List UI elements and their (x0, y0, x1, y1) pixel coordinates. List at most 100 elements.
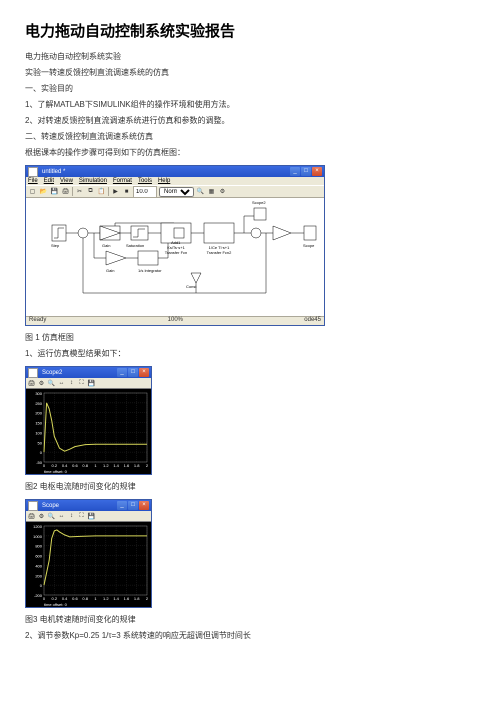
minimize-button[interactable]: _ (117, 501, 127, 510)
section-title: 二、转速反馈控制直流调速系统仿真 (25, 131, 479, 143)
stop-icon[interactable]: ■ (122, 187, 131, 196)
close-button[interactable]: × (139, 368, 149, 377)
close-button[interactable]: × (139, 501, 149, 510)
svg-text:600: 600 (35, 554, 42, 559)
block-label: Scope2 (252, 200, 266, 205)
svg-text:time offset: 0: time offset: 0 (44, 602, 68, 607)
simulink-canvas[interactable]: Step Gain Saturation Ks/Ts·s+1 Transfer … (26, 198, 324, 316)
copy-icon[interactable]: ⧉ (86, 187, 95, 196)
svg-text:150: 150 (35, 421, 42, 426)
autoscale-icon[interactable]: ⛶ (77, 512, 86, 521)
lib-icon[interactable]: ▦ (207, 187, 216, 196)
svg-text:1.8: 1.8 (134, 463, 140, 468)
params-icon[interactable]: ⚙ (37, 512, 46, 521)
app-icon (28, 167, 38, 177)
svg-text:0: 0 (40, 583, 43, 588)
app-icon (28, 501, 38, 511)
menu-format[interactable]: Format (113, 178, 132, 184)
save-icon[interactable]: 💾 (87, 512, 96, 521)
svg-text:2: 2 (146, 463, 149, 468)
sim-time-input[interactable] (133, 186, 157, 198)
block-label: Add1 (171, 240, 180, 245)
paste-icon[interactable]: 📋 (97, 187, 106, 196)
scope-toolbar: 🖨 ⚙ 🔍 ↔ ↕ ⛶ 💾 (26, 511, 151, 521)
config-icon[interactable]: ⚙ (218, 187, 227, 196)
solver-select[interactable]: Normal (159, 187, 194, 197)
print-icon[interactable]: 🖨 (27, 512, 36, 521)
print-icon[interactable]: 🖨 (27, 379, 36, 388)
titlebar: untitled * _ □ × (26, 166, 324, 177)
svg-text:time offset: 0: time offset: 0 (44, 469, 68, 474)
titlebar: Scope _ □ × (26, 500, 151, 511)
svg-text:1.6: 1.6 (124, 596, 130, 601)
scope-plot-1: -5005010015020025030000.20.40.60.811.21.… (26, 388, 151, 474)
block-label: Step (51, 243, 59, 248)
menu-edit[interactable]: Edit (44, 178, 54, 184)
close-button[interactable]: × (312, 167, 322, 176)
zoomx-icon[interactable]: ↔ (57, 379, 66, 388)
svg-text:1000: 1000 (33, 534, 43, 539)
open-icon[interactable]: 📂 (39, 187, 48, 196)
menu-tools[interactable]: Tools (138, 178, 152, 184)
params-icon[interactable]: ⚙ (37, 379, 46, 388)
svg-text:800: 800 (35, 544, 42, 549)
simulink-window: untitled * _ □ × File Edit View Simulati… (25, 165, 325, 326)
menu-file[interactable]: File (28, 178, 38, 184)
menu-simulation[interactable]: Simulation (79, 178, 107, 184)
toolbar: ▢ 📂 💾 🖨 ✂ ⧉ 📋 ▶ ■ Normal 🔍 ▦ ⚙ (26, 185, 324, 198)
statusbar: Ready 100% ode45 (26, 316, 324, 325)
menu-view[interactable]: View (60, 178, 73, 184)
step-text: 2、调节参数Kp=0.25 1/τ=3 系统转速的响应无超调但调节时间长 (25, 630, 479, 642)
svg-text:0: 0 (43, 596, 46, 601)
menubar: File Edit View Simulation Format Tools H… (26, 177, 324, 185)
figure-caption: 图2 电枢电流随时间变化的规律 (25, 481, 479, 493)
svg-text:1200: 1200 (33, 524, 43, 529)
section-title: 一、实验目的 (25, 83, 479, 95)
minimize-button[interactable]: _ (117, 368, 127, 377)
status-solver: ode45 (304, 317, 321, 325)
svg-text:50: 50 (38, 440, 43, 445)
svg-text:1: 1 (94, 463, 97, 468)
svg-text:200: 200 (35, 573, 42, 578)
zoomy-icon[interactable]: ↕ (67, 379, 76, 388)
block-label: 1/Ce Tl·s+1 Transfer Fcn2 (203, 245, 235, 255)
step-text: 1、运行仿真模型结果如下： (25, 348, 479, 360)
block-label: Gain (102, 243, 110, 248)
new-icon[interactable]: ▢ (28, 187, 37, 196)
app-icon (28, 368, 38, 378)
svg-text:0.2: 0.2 (52, 463, 58, 468)
figure-caption: 图3 电机转速随时间变化的规律 (25, 614, 479, 626)
scope-plot-2: -20002004006008001000120000.20.40.60.811… (26, 521, 151, 607)
svg-text:1.2: 1.2 (103, 596, 109, 601)
minimize-button[interactable]: _ (290, 167, 300, 176)
save-icon[interactable]: 💾 (87, 379, 96, 388)
intro-line: 实验一转速反馈控制直流调速系统的仿真 (25, 67, 479, 79)
zoom-icon[interactable]: 🔍 (196, 187, 205, 196)
zoom-icon[interactable]: 🔍 (47, 379, 56, 388)
maximize-button[interactable]: □ (301, 167, 311, 176)
intro-line: 根据课本的操作步骤可得到如下的仿真框图： (25, 147, 479, 159)
save-icon[interactable]: 💾 (50, 187, 59, 196)
play-icon[interactable]: ▶ (111, 187, 120, 196)
svg-text:0.6: 0.6 (72, 596, 78, 601)
svg-text:0.2: 0.2 (52, 596, 58, 601)
svg-text:-200: -200 (34, 593, 43, 598)
print-icon[interactable]: 🖨 (61, 187, 70, 196)
zoomx-icon[interactable]: ↔ (57, 512, 66, 521)
window-title: Scope2 (42, 370, 62, 376)
zoom-icon[interactable]: 🔍 (47, 512, 56, 521)
zoomy-icon[interactable]: ↕ (67, 512, 76, 521)
cut-icon[interactable]: ✂ (75, 187, 84, 196)
svg-text:0.8: 0.8 (82, 596, 88, 601)
maximize-button[interactable]: □ (128, 501, 138, 510)
svg-text:0: 0 (43, 463, 46, 468)
svg-text:100: 100 (35, 430, 42, 435)
block-label: Scope (303, 243, 314, 248)
menu-help[interactable]: Help (158, 178, 170, 184)
page-title: 电力拖动自动控制系统实验报告 (25, 20, 479, 41)
svg-text:0.4: 0.4 (62, 463, 68, 468)
maximize-button[interactable]: □ (128, 368, 138, 377)
autoscale-icon[interactable]: ⛶ (77, 379, 86, 388)
svg-text:200: 200 (35, 411, 42, 416)
svg-text:1: 1 (94, 596, 97, 601)
